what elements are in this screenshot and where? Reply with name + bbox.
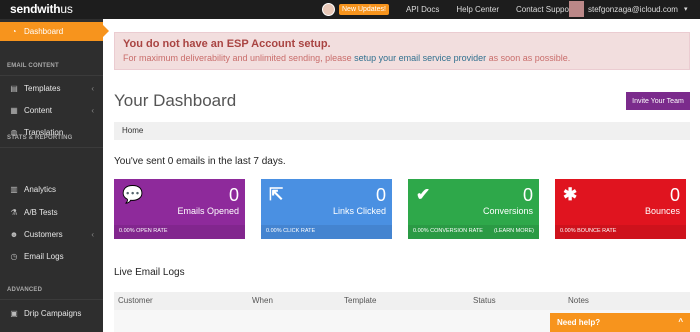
chevron-up-icon: ^ — [678, 317, 683, 326]
sidebar-item-label: Content — [24, 105, 53, 115]
top-nav: New Updates! API Docs Help Center Contac… — [322, 0, 574, 19]
sidebar-item-label: Templates — [24, 83, 61, 93]
sidebar-item-templates[interactable]: ▤ Templates ‹ — [0, 78, 103, 98]
content-icon: ▦ — [10, 105, 18, 115]
card-rate: 0.00% BOUNCE RATE — [560, 228, 617, 234]
card-emails-opened[interactable]: 💬 0 Emails Opened 0.00% OPEN RATE — [114, 179, 245, 239]
column-template[interactable]: Template — [344, 296, 376, 305]
card-rate: 0.00% OPEN RATE — [119, 228, 168, 234]
setup-esp-link[interactable]: setup your email service provider — [354, 53, 486, 63]
card-footer: 0.00% CONVERSION RATE (LEARN MORE) — [408, 225, 539, 239]
column-when[interactable]: When — [252, 296, 273, 305]
card-footer: 0.00% CLICK RATE — [261, 225, 392, 239]
esp-alert: You do not have an ESP Account setup. Fo… — [114, 32, 690, 70]
chevron-down-icon: ▾ — [683, 6, 688, 13]
card-value: 0 — [375, 185, 386, 205]
page-title: Your Dashboard — [114, 91, 237, 110]
column-notes[interactable]: Notes — [568, 296, 589, 305]
logs-table-header: Customer When Template Status Notes — [114, 292, 690, 310]
check-icon: ✔ — [416, 185, 431, 204]
card-footer: 0.00% OPEN RATE — [114, 225, 245, 239]
card-bounces[interactable]: ✱ 0 Bounces 0.00% BOUNCE RATE — [555, 179, 686, 239]
divider — [0, 147, 103, 148]
sidebar: ◔ Dashboard EMAIL CONTENT ▤ Templates ‹ … — [0, 19, 109, 332]
flask-icon: ⚗ — [10, 207, 18, 217]
sidebar-item-label: Analytics — [24, 184, 57, 194]
learn-more-link[interactable]: (LEARN MORE) — [494, 228, 534, 236]
need-help-button[interactable]: Need help? ^ — [550, 313, 690, 332]
sidebar-item-customers[interactable]: ☻ Customers ‹ — [0, 224, 103, 244]
card-value: 0 — [669, 185, 680, 205]
new-updates-badge[interactable]: New Updates! — [339, 4, 389, 15]
sidebar-item-label: Email Logs — [24, 251, 64, 261]
contact-support-link[interactable]: Contact Support — [516, 5, 574, 14]
card-label: Conversions — [482, 206, 533, 216]
sidebar-item-drip-campaigns[interactable]: ▣ Drip Campaigns — [0, 303, 103, 323]
sidebar-item-dashboard[interactable]: ◔ Dashboard — [0, 22, 109, 41]
user-menu[interactable]: stefgonzaga@icloud.com ▾ — [569, 1, 687, 17]
breadcrumb-home[interactable]: Home — [122, 126, 143, 135]
section-advanced: ADVANCED — [7, 287, 43, 293]
card-label: Bounces — [644, 206, 680, 216]
sidebar-item-ab-tests[interactable]: ⚗ A/B Tests — [0, 202, 103, 222]
updates-avatar-icon[interactable] — [322, 3, 335, 16]
card-footer: 0.00% BOUNCE RATE — [555, 225, 686, 239]
card-value: 0 — [522, 185, 533, 205]
logo-regular: us — [60, 2, 73, 16]
sidebar-item-label: Drip Campaigns — [24, 308, 82, 318]
section-email-content: EMAIL CONTENT — [7, 63, 59, 69]
card-rate: 0.00% CLICK RATE — [266, 228, 316, 234]
chevron-left-icon: ‹ — [91, 105, 94, 115]
sidebar-item-email-logs[interactable]: ◷ Email Logs — [0, 246, 103, 266]
column-status[interactable]: Status — [473, 296, 496, 305]
alert-text: For maximum deliverability and unlimited… — [123, 53, 570, 63]
card-label: Links Clicked — [332, 206, 386, 216]
users-icon: ☻ — [9, 229, 19, 239]
divider — [0, 75, 103, 76]
help-center-link[interactable]: Help Center — [456, 5, 499, 14]
alert-text-before: For maximum deliverability and unlimited… — [123, 53, 355, 63]
need-help-label: Need help? — [557, 318, 601, 327]
column-customer[interactable]: Customer — [118, 296, 153, 305]
alert-title: You do not have an ESP Account setup. — [123, 38, 331, 50]
alert-text-after: as soon as possible. — [486, 53, 571, 63]
logo[interactable]: sendwithus — [10, 2, 73, 16]
api-docs-link[interactable]: API Docs — [406, 5, 439, 14]
sidebar-item-label: Dashboard — [24, 27, 64, 36]
chevron-left-icon: ‹ — [91, 83, 94, 93]
sent-summary: You've sent 0 emails in the last 7 days. — [114, 156, 286, 167]
bar-chart-icon: ▥ — [10, 184, 18, 194]
logo-bold: sendwith — [10, 2, 61, 16]
sidebar-item-content[interactable]: ▦ Content ‹ — [0, 100, 103, 120]
asterisk-icon: ✱ — [563, 185, 578, 204]
dashboard-icon: ◔ — [11, 27, 17, 36]
chevron-left-icon: ‹ — [91, 229, 94, 239]
section-stats-reporting: STATS & REPORTING — [7, 135, 73, 141]
user-email: stefgonzaga@icloud.com — [588, 4, 678, 14]
external-link-icon: ⇱ — [269, 185, 284, 204]
user-avatar — [569, 1, 584, 17]
card-value: 0 — [228, 185, 239, 205]
logs-title: Live Email Logs — [114, 267, 185, 278]
breadcrumb: Home — [114, 122, 690, 140]
sidebar-item-label: A/B Tests — [24, 207, 58, 217]
card-label: Emails Opened — [177, 206, 239, 216]
templates-icon: ▤ — [10, 83, 18, 93]
chat-icon: 💬 — [122, 185, 144, 204]
sidebar-item-analytics[interactable]: ▥ Analytics — [0, 179, 103, 199]
drip-icon: ▣ — [10, 308, 18, 318]
card-links-clicked[interactable]: ⇱ 0 Links Clicked 0.00% CLICK RATE — [261, 179, 392, 239]
top-bar: sendwithus New Updates! API Docs Help Ce… — [0, 0, 700, 19]
divider — [0, 299, 103, 300]
sidebar-item-label: Customers — [24, 229, 63, 239]
clock-icon: ◷ — [10, 251, 18, 261]
invite-team-button[interactable]: Invite Your Team — [626, 92, 690, 110]
card-conversions[interactable]: ✔ 0 Conversions 0.00% CONVERSION RATE (LE… — [408, 179, 539, 239]
card-rate: 0.00% CONVERSION RATE — [413, 228, 483, 234]
